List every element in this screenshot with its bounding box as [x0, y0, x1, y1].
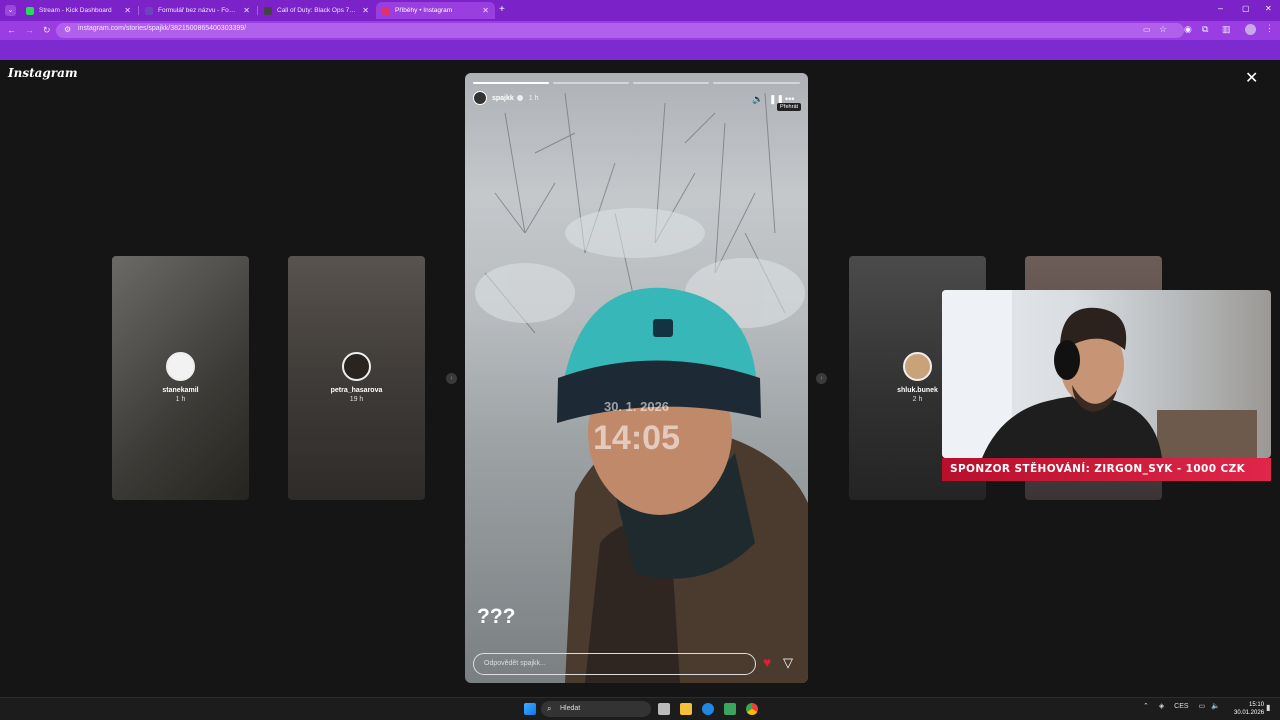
- snowy-forest-image: [475, 92, 808, 683]
- tab-search-icon[interactable]: ⌄: [5, 5, 16, 16]
- sponsor-banner-text: SPONZOR STĚHOVÁNÍ: ZIRGON_SYK - 1000 CZK: [950, 463, 1246, 475]
- url-text[interactable]: instagram.com/stories/spajkk/38215008654…: [78, 25, 246, 32]
- profile-avatar[interactable]: [1245, 24, 1256, 35]
- window-close-button[interactable]: ✕: [1265, 4, 1272, 13]
- avatar: [342, 352, 371, 381]
- close-icon[interactable]: ✕: [243, 6, 250, 15]
- notification-icon[interactable]: ▮: [1266, 703, 1270, 712]
- tray-app-icon[interactable]: ◈: [1159, 703, 1164, 710]
- progress-segment: [553, 82, 629, 84]
- like-heart-icon[interactable]: ♥: [763, 654, 771, 670]
- new-tab-button[interactable]: +: [499, 4, 505, 15]
- sponsor-banner: SPONZOR STĚHOVÁNÍ: ZIRGON_SYK - 1000 CZK: [942, 458, 1271, 481]
- maximize-button[interactable]: ▢: [1242, 4, 1250, 13]
- instagram-logo[interactable]: Instagram: [8, 66, 78, 80]
- progress-segment: [473, 82, 549, 84]
- chrome-icon[interactable]: [746, 703, 758, 715]
- next-story-arrow[interactable]: ›: [816, 373, 827, 384]
- windows-taskbar: ⌕ Hledat ⌃ ◈ CES ▭ 🔈 15:10 30.01.2026 ▮: [0, 697, 1280, 720]
- close-icon[interactable]: ✕: [124, 6, 131, 15]
- story-avatar[interactable]: [473, 91, 487, 105]
- webcam-image: [942, 290, 1257, 458]
- tab-label: Stream - Kick Dashboard: [39, 7, 112, 14]
- volume-icon[interactable]: 🔈: [1211, 703, 1220, 710]
- story-date-overlay: 30. 1. 2026: [603, 399, 670, 414]
- taskbar-search[interactable]: ⌕ Hledat: [541, 701, 651, 717]
- tab-google-form[interactable]: Formulář bez názvu - Formulář ✕: [139, 2, 256, 19]
- story-time-overlay: 14:05: [593, 419, 680, 457]
- side-story-username: petra_hasarova: [330, 387, 383, 394]
- verified-badge-icon: [516, 95, 523, 101]
- previous-story-arrow[interactable]: ‹: [446, 373, 457, 384]
- side-story-petra-hasarova[interactable]: petra_hasarova 19 h: [288, 256, 425, 500]
- story-header: spajkk 1 h: [473, 90, 539, 106]
- play-tooltip: Přehrát: [777, 103, 802, 111]
- streamer-webcam: [942, 290, 1271, 458]
- stream-overlay-band: [0, 40, 1280, 60]
- forward-icon[interactable]: →: [25, 25, 34, 35]
- reply-input[interactable]: Odpovědět spajkk...: [473, 653, 756, 675]
- mute-icon[interactable]: 🔈: [752, 94, 763, 105]
- tab-label: Call of Duty: Black Ops 7 and C: [277, 7, 356, 14]
- instagram-icon: [382, 6, 390, 15]
- network-icon[interactable]: ▭: [1199, 703, 1206, 710]
- split-view-icon[interactable]: ▥: [1222, 24, 1231, 35]
- tab-kick-dashboard[interactable]: Stream - Kick Dashboard ✕: [20, 2, 137, 19]
- menu-dots-icon[interactable]: ⋮: [1265, 23, 1274, 34]
- extensions-puzzle-icon[interactable]: ⧉: [1202, 24, 1208, 35]
- reload-icon[interactable]: ↻: [43, 25, 51, 36]
- windows-start-icon[interactable]: [524, 703, 536, 715]
- active-story[interactable]: spajkk 1 h 🔈 ❚❚ ••• Přehrát 30. 1. 2026 …: [465, 73, 808, 683]
- close-stories-button[interactable]: ✕: [1245, 68, 1258, 88]
- progress-segment: [633, 82, 709, 84]
- tray-chevron-icon[interactable]: ⌃: [1143, 703, 1149, 710]
- close-icon[interactable]: ✕: [482, 6, 489, 15]
- app-icon[interactable]: [724, 703, 736, 715]
- browser-tab-bar: ⌄ Stream - Kick Dashboard ✕ Formulář bez…: [0, 0, 1280, 21]
- file-explorer-icon[interactable]: [680, 703, 692, 715]
- bookmark-star-icon[interactable]: ☆: [1159, 24, 1167, 35]
- forms-icon: [145, 6, 153, 15]
- install-app-icon[interactable]: ▭: [1143, 25, 1151, 34]
- avatar: [166, 352, 195, 381]
- cod-icon: [264, 6, 272, 15]
- reply-placeholder: Odpovědět spajkk...: [484, 660, 546, 667]
- taskbar-clock[interactable]: 15:10 30.01.2026: [1234, 701, 1264, 717]
- tab-call-of-duty[interactable]: Call of Duty: Black Ops 7 and C ✕: [258, 2, 375, 19]
- site-info-icon[interactable]: ⚙: [64, 25, 71, 34]
- avatar: [903, 352, 932, 381]
- story-caption: ???: [477, 605, 516, 628]
- story-username[interactable]: spajkk: [492, 95, 514, 102]
- edge-icon[interactable]: [702, 703, 714, 715]
- extension-icon[interactable]: ◉: [1184, 24, 1192, 35]
- close-icon[interactable]: ✕: [362, 6, 369, 15]
- system-tray: ⌃ ◈ CES ▭ 🔈: [1143, 702, 1220, 710]
- taskbar-search-placeholder: Hledat: [560, 705, 581, 712]
- send-icon[interactable]: ▽: [783, 655, 793, 671]
- kick-icon: [26, 6, 34, 15]
- story-time: 1 h: [528, 94, 539, 102]
- tab-label: Příběhy • Instagram: [395, 7, 453, 14]
- omnibox[interactable]: ⚙ instagram.com/stories/spajkk/382150086…: [56, 23, 1184, 38]
- taskbar-time: 15:10: [1249, 702, 1265, 708]
- back-icon[interactable]: ←: [7, 25, 16, 35]
- side-story-time: 19 h: [349, 396, 364, 403]
- side-story-time: 1 h: [175, 396, 186, 403]
- taskbar-date: 30.01.2026: [1234, 710, 1265, 716]
- language-indicator[interactable]: CES: [1174, 703, 1188, 710]
- address-bar-row: ← → ↻ ⚙ instagram.com/stories/spajkk/382…: [0, 21, 1280, 40]
- side-story-stanekamil[interactable]: stanekamil 1 h: [112, 256, 249, 500]
- task-view-icon[interactable]: [658, 703, 670, 715]
- progress-segment: [713, 82, 800, 84]
- tab-label: Formulář bez názvu - Formulář: [158, 7, 237, 14]
- side-story-username: stanekamil: [162, 387, 199, 394]
- minimize-button[interactable]: –: [1218, 3, 1223, 13]
- tab-instagram-stories[interactable]: Příběhy • Instagram ✕: [376, 2, 495, 19]
- search-icon: ⌕: [547, 704, 552, 713]
